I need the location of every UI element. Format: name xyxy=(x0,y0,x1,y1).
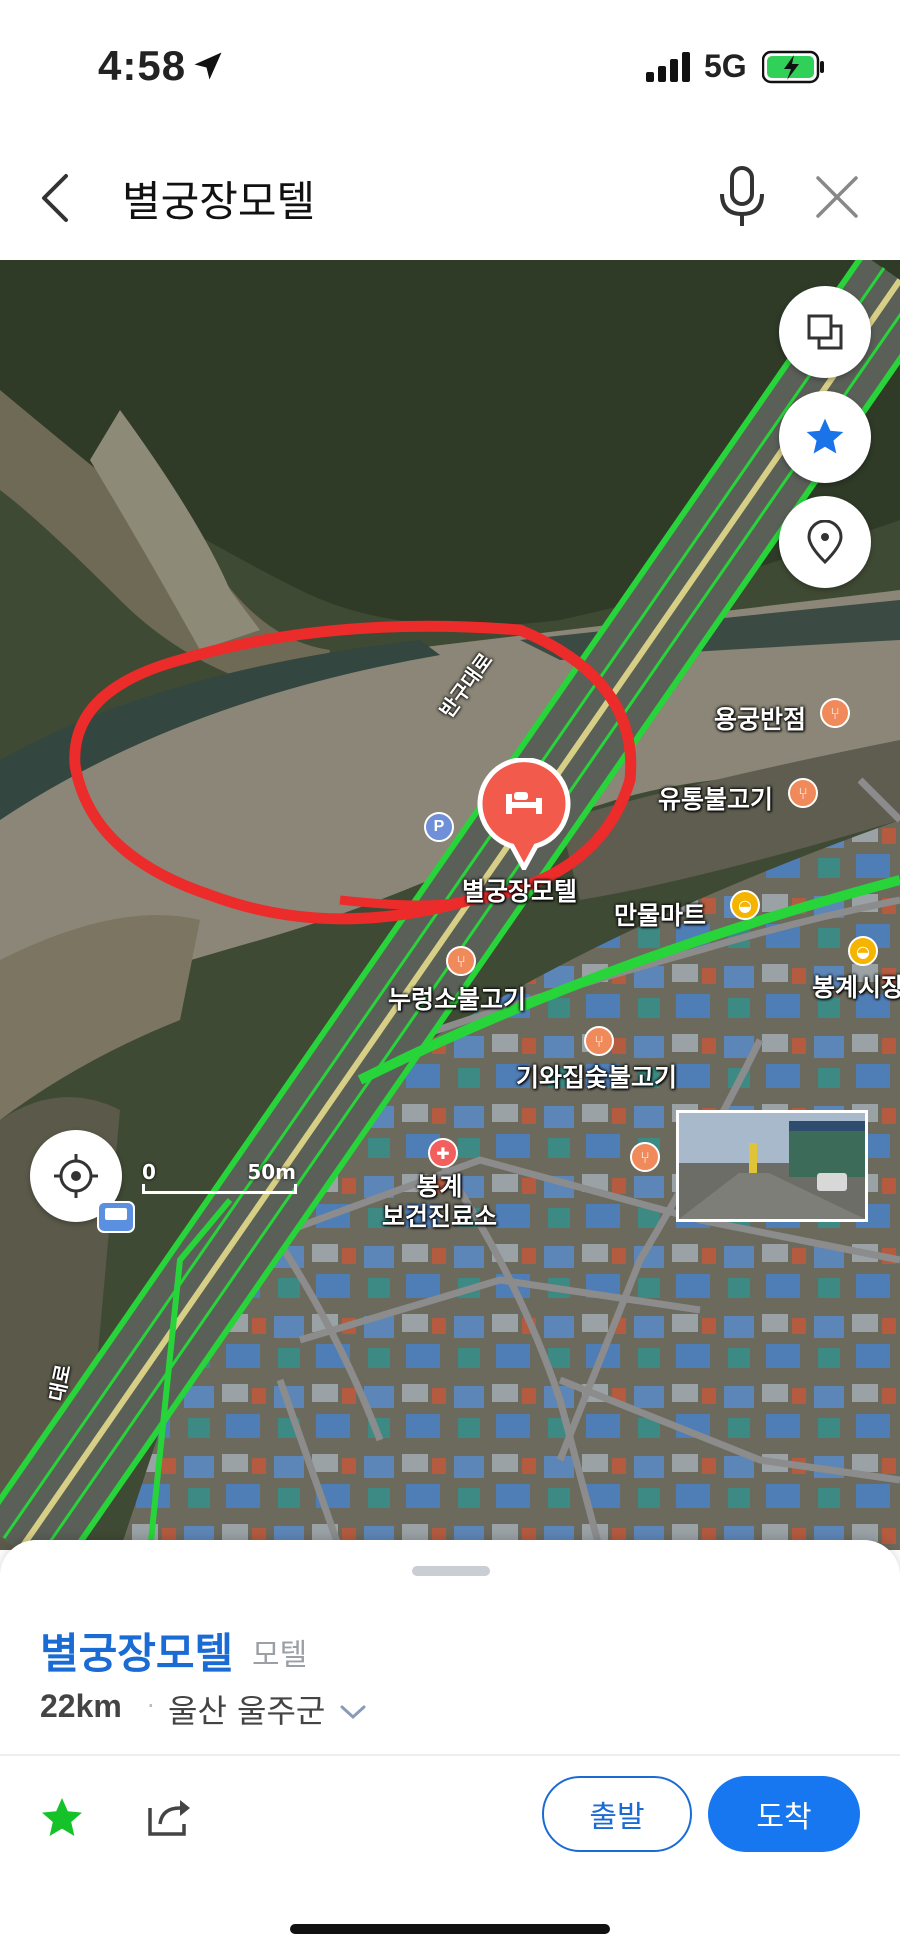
place-name[interactable]: 별궁장모텔 xyxy=(40,1620,233,1681)
divider xyxy=(0,1754,900,1756)
status-bar: 4:58 5G xyxy=(0,0,900,130)
place-info-sheet: 별궁장모텔 모텔 22km · 울산 울주군 출발 도착 xyxy=(0,1540,900,1951)
separator-dot: · xyxy=(147,1692,155,1720)
microphone-icon[interactable] xyxy=(716,166,768,228)
home-indicator[interactable] xyxy=(290,1924,610,1934)
restaurant-icon[interactable]: ⑂ xyxy=(584,1026,614,1056)
satellite-map[interactable]: 반구대로 대로 용궁반점 ⑂ 유통불고기 ⑂ P 별궁장모텔 만물마트 ◒ ◒ … xyxy=(0,260,900,1550)
poi-label[interactable]: 누렁소불고기 xyxy=(388,980,526,1016)
poi-label[interactable]: 봉계시장 xyxy=(812,968,900,1004)
scale-end: 50m xyxy=(247,1160,296,1184)
poi-label[interactable]: 유통불고기 xyxy=(658,780,773,816)
cellular-signal-icon xyxy=(646,52,690,82)
favorites-button[interactable] xyxy=(779,391,871,483)
selected-place-label[interactable]: 별궁장모텔 xyxy=(462,872,577,908)
favorite-star-icon[interactable] xyxy=(38,1794,86,1842)
sheet-drag-handle[interactable] xyxy=(412,1566,490,1576)
restaurant-icon[interactable]: ⑂ xyxy=(630,1142,660,1172)
layers-icon xyxy=(807,314,843,350)
poi-label[interactable]: 기와집숯불고기 xyxy=(516,1058,677,1094)
map-layers-button[interactable] xyxy=(779,286,871,378)
place-category: 모텔 xyxy=(252,1638,308,1673)
selected-place-marker[interactable] xyxy=(474,758,574,870)
road-view-thumbnail[interactable] xyxy=(676,1110,868,1222)
map-imagery xyxy=(0,260,900,1550)
location-arrow-icon xyxy=(194,52,222,80)
star-icon xyxy=(806,418,844,454)
search-query[interactable]: 별궁장모텔 xyxy=(122,168,315,229)
network-type: 5G xyxy=(704,48,747,84)
parking-icon[interactable]: P xyxy=(424,812,454,842)
depart-button[interactable]: 출발 xyxy=(542,1776,692,1852)
poi-label[interactable]: 봉계 보건진료소 xyxy=(382,1172,497,1232)
restaurant-icon[interactable]: ⑂ xyxy=(446,946,476,976)
scale-line xyxy=(142,1184,297,1194)
scale-start: 0 xyxy=(142,1160,156,1184)
screen: 4:58 5G 별궁장모텔 반구대로 대로 용궁반점 ⑂ 유통불고기 ⑂ P 별… xyxy=(0,0,900,1951)
place-distance: 22km xyxy=(40,1688,122,1724)
restaurant-icon[interactable]: ⑂ xyxy=(820,698,850,728)
place-region[interactable]: 울산 울주군 xyxy=(168,1686,325,1732)
poi-label[interactable]: 만물마트 xyxy=(614,896,706,932)
poi-label[interactable]: 용궁반점 xyxy=(714,700,806,736)
map-pin-icon xyxy=(807,520,843,564)
bus-stop-icon[interactable] xyxy=(96,1200,136,1234)
medical-icon[interactable]: ✚ xyxy=(428,1138,458,1168)
close-icon[interactable] xyxy=(814,174,860,220)
search-header: 별궁장모텔 xyxy=(0,130,900,260)
arrive-button[interactable]: 도착 xyxy=(708,1776,860,1852)
back-icon[interactable] xyxy=(36,170,76,226)
shopping-icon[interactable]: ◒ xyxy=(848,936,878,966)
status-time: 4:58 xyxy=(98,42,187,89)
crosshair-icon xyxy=(54,1154,98,1198)
scale-bar: 0 50m xyxy=(142,1160,302,1194)
chevron-down-icon[interactable] xyxy=(340,1704,366,1720)
road-view-image xyxy=(679,1113,865,1219)
shopping-icon[interactable]: ◒ xyxy=(730,890,760,920)
restaurant-icon[interactable]: ⑂ xyxy=(788,778,818,808)
place-pin-button[interactable] xyxy=(779,496,871,588)
battery-charging-icon xyxy=(762,50,824,84)
share-icon[interactable] xyxy=(146,1794,194,1838)
